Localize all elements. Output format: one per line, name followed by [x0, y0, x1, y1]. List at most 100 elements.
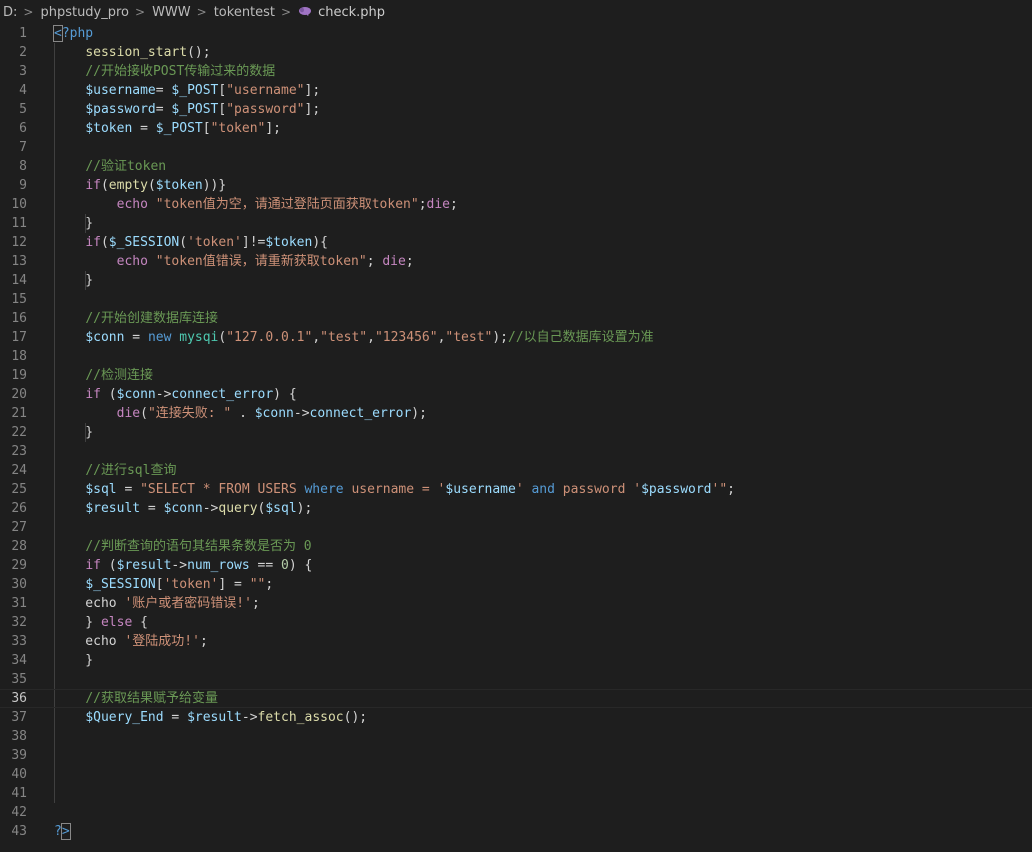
code-line[interactable]: 33 echo '登陆成功!';: [0, 632, 1032, 651]
code-line[interactable]: 8 //验证token: [0, 157, 1032, 176]
code-line[interactable]: 31 echo '账户或者密码错误!';: [0, 594, 1032, 613]
code-token: ;: [405, 254, 414, 269]
code-line[interactable]: 37 $Query_End = $result->fetch_assoc();: [0, 708, 1032, 727]
code-token: '登陆成功!': [124, 634, 200, 649]
code-line[interactable]: 12 if($_SESSION('token']!=$token){: [0, 233, 1032, 252]
code-line[interactable]: 2 session_start();: [0, 43, 1032, 62]
code-token: ;: [199, 634, 208, 649]
code-token: ;: [450, 197, 458, 212]
code-line[interactable]: 32 } else {: [0, 613, 1032, 632]
line-number: 32: [11, 615, 27, 630]
code-line[interactable]: 1 <?php: [0, 24, 1032, 43]
code-line[interactable]: 39: [0, 746, 1032, 765]
code-text: }: [54, 271, 93, 290]
code-line[interactable]: 40: [0, 765, 1032, 784]
code-token: (: [179, 235, 188, 250]
php-elephant-icon: [298, 5, 312, 19]
code-token: //进行sql查询: [85, 463, 177, 478]
code-line[interactable]: 3 //开始接收POST传输过来的数据: [0, 62, 1032, 81]
code-line[interactable]: 4 $username= $_POST["username"];: [0, 81, 1032, 100]
line-number: 29: [11, 558, 27, 573]
code-line[interactable]: 36 //获取结果赋予给变量: [0, 689, 1032, 708]
breadcrumb-folder-tokentest[interactable]: tokentest: [214, 5, 275, 20]
code-token: //验证token: [85, 159, 167, 174]
code-token: "token": [210, 121, 266, 136]
code-line[interactable]: 26 $result = $conn->query($sql);: [0, 499, 1032, 518]
code-line[interactable]: 42: [0, 803, 1032, 822]
code-token: [: [155, 577, 164, 592]
code-token: $conn: [254, 406, 294, 421]
code-line[interactable]: 41: [0, 784, 1032, 803]
line-number: 26: [11, 501, 27, 516]
code-line[interactable]: 30 $_SESSION['token'] = "";: [0, 575, 1032, 594]
code-line[interactable]: 5 $password= $_POST["password"];: [0, 100, 1032, 119]
chevron-right-icon: >: [135, 5, 146, 19]
code-token: ,: [312, 330, 321, 345]
code-line[interactable]: 14 }: [0, 271, 1032, 290]
code-token: ?>: [54, 823, 71, 840]
code-line[interactable]: 21 die("连接失败: " . $conn->connect_error);: [0, 404, 1032, 423]
code-token: ();: [187, 45, 211, 60]
code-line[interactable]: 28 //判断查询的语句其结果条数是否为 0: [0, 537, 1032, 556]
code-token: ];: [304, 102, 321, 117]
code-token: "test": [320, 330, 368, 345]
code-token: (: [100, 558, 117, 573]
code-line[interactable]: 38: [0, 727, 1032, 746]
code-token: =: [116, 482, 141, 497]
code-line[interactable]: 9 if(empty($token))}: [0, 176, 1032, 195]
code-line[interactable]: 6 $token = $_POST["token"];: [0, 119, 1032, 138]
code-line[interactable]: 10 echo "token值为空，请通过登陆页面获取token";die;: [0, 195, 1032, 214]
code-line[interactable]: 34 }: [0, 651, 1032, 670]
code-token: //以自己数据库设置为准: [508, 330, 654, 345]
code-token: "连接失败: ": [147, 406, 232, 421]
code-text: $_SESSION['token'] = "";: [54, 575, 273, 594]
code-line[interactable]: 25 $sql = "SELECT * FROM USERS where use…: [0, 480, 1032, 499]
code-token: {: [132, 615, 148, 630]
code-line[interactable]: 17 $conn = new mysqi("127.0.0.1","test",…: [0, 328, 1032, 347]
bracket-match-highlight: >: [60, 823, 71, 840]
code-token: ,: [367, 330, 375, 345]
code-line[interactable]: 29 if ($result->num_rows == 0) {: [0, 556, 1032, 575]
code-token: else: [100, 615, 133, 630]
code-token: num_rows: [187, 558, 250, 573]
line-number: 17: [11, 330, 27, 345]
code-token: connect_error: [309, 406, 412, 421]
code-line[interactable]: 23: [0, 442, 1032, 461]
code-line[interactable]: 27: [0, 518, 1032, 537]
breadcrumb: D: > phpstudy_pro > WWW > tokentest > ch…: [0, 0, 1032, 24]
code-token: =: [155, 83, 172, 98]
line-number: 35: [11, 672, 27, 687]
line-number: 14: [11, 273, 27, 288]
code-editor[interactable]: 1 <?php 2 session_start(); 3 //开始接收POST传输过来…: [0, 24, 1032, 852]
breadcrumb-file[interactable]: check.php: [318, 5, 385, 20]
line-number: 9: [19, 178, 27, 193]
code-line[interactable]: 7: [0, 138, 1032, 157]
code-line[interactable]: 24 //进行sql查询: [0, 461, 1032, 480]
breadcrumb-drive[interactable]: D:: [3, 5, 17, 20]
line-number: 10: [11, 197, 27, 212]
code-line[interactable]: 16 //开始创建数据库连接: [0, 309, 1032, 328]
code-token: $_SESSION: [108, 235, 180, 250]
code-token: (: [140, 406, 148, 421]
code-line[interactable]: 15: [0, 290, 1032, 309]
code-line[interactable]: 35: [0, 670, 1032, 689]
code-token: $_POST: [155, 121, 203, 136]
code-token: ;: [366, 254, 383, 269]
code-line[interactable]: 19 //检测连接: [0, 366, 1032, 385]
breadcrumb-folder-phpstudy[interactable]: phpstudy_pro: [40, 5, 129, 20]
code-line[interactable]: 43 ?>: [0, 822, 1032, 841]
code-token: $sql: [85, 482, 117, 497]
code-token: <?php: [53, 25, 93, 42]
breadcrumb-folder-www[interactable]: WWW: [152, 5, 191, 20]
code-line[interactable]: 11 }: [0, 214, 1032, 233]
code-line[interactable]: 20 if ($conn->connect_error) {: [0, 385, 1032, 404]
code-line[interactable]: 18: [0, 347, 1032, 366]
code-line[interactable]: 22 }: [0, 423, 1032, 442]
code-token: if: [85, 387, 101, 402]
code-line[interactable]: 13 echo "token值错误，请重新获取token"; die;: [0, 252, 1032, 271]
